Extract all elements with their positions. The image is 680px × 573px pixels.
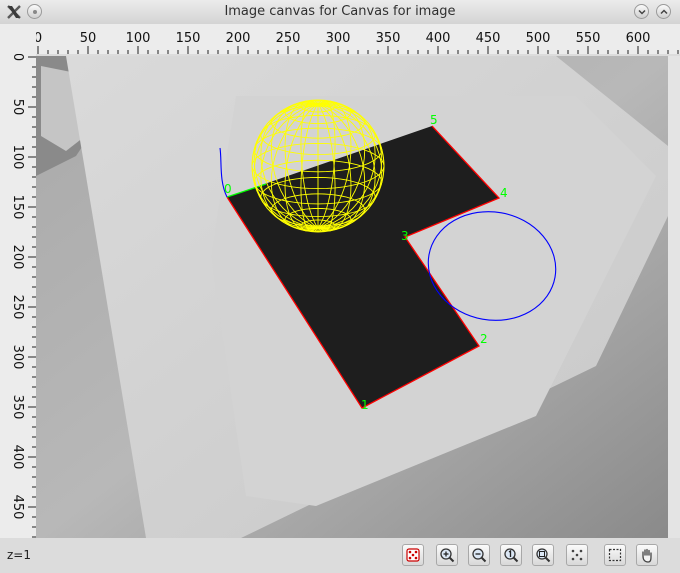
chevron-down-icon xyxy=(638,9,646,15)
chevron-up-icon xyxy=(660,9,668,15)
ruler-left-label: 250 xyxy=(10,295,25,320)
dice-gray-icon xyxy=(571,549,583,561)
ruler-top-label: 550 xyxy=(576,31,601,46)
zoom-fit-icon xyxy=(536,548,551,563)
select-rect-icon xyxy=(608,548,622,562)
ruler-left-label: 100 xyxy=(10,145,25,170)
vertical-ruler-ticks: 0 50 100 150 200 250 300 350 400 450 xyxy=(10,53,36,538)
select-tool[interactable] xyxy=(604,544,626,566)
minimize-button[interactable] xyxy=(634,4,649,19)
dots-tool[interactable] xyxy=(566,544,588,566)
horizontal-ruler-ticks: 0 50 100 150 200 250 300 350 400 450 500 550 600 xyxy=(34,31,679,54)
horizontal-ruler: 0 50 100 150 200 250 300 350 400 450 500 550 600 xyxy=(34,24,680,54)
zoom-fit-tool[interactable] xyxy=(532,544,554,566)
zoom-reset-tool[interactable] xyxy=(500,544,522,566)
canvas-image: 0 1 2 3 4 5 xyxy=(36,56,668,538)
zoom-one-icon xyxy=(504,548,519,563)
pan-tool[interactable] xyxy=(636,544,658,566)
vertical-ruler: 0 50 100 150 200 250 300 350 400 450 xyxy=(0,53,36,538)
ruler-left-label: 50 xyxy=(10,99,25,116)
canvas-margin xyxy=(668,56,680,538)
ruler-left-label: 150 xyxy=(10,195,25,220)
zoom-out-icon xyxy=(472,548,487,563)
image-canvas[interactable]: 0 1 2 3 4 5 xyxy=(36,56,668,538)
status-bar: z=1 xyxy=(0,538,680,573)
dice-red-icon xyxy=(406,548,420,562)
ruler-top-label: 0 xyxy=(36,31,42,46)
zoom-level: z=1 xyxy=(7,548,31,562)
ruler-top-label: 200 xyxy=(226,31,251,46)
title-bar: Image canvas for Canvas for image xyxy=(0,0,680,25)
hand-icon xyxy=(642,548,652,563)
maximize-button[interactable] xyxy=(656,4,671,19)
point-label-3: 3 xyxy=(401,229,409,243)
ruler-left-label: 450 xyxy=(10,495,25,520)
ruler-top-label: 250 xyxy=(276,31,301,46)
zoom-in-tool[interactable] xyxy=(436,544,458,566)
ruler-top-label: 500 xyxy=(526,31,551,46)
point-label-5: 5 xyxy=(430,113,438,127)
ruler-top-label: 100 xyxy=(126,31,151,46)
ruler-top-label: 400 xyxy=(426,31,451,46)
zoom-in-icon xyxy=(440,548,455,563)
ruler-top-label: 300 xyxy=(326,31,351,46)
window-title: Image canvas for Canvas for image xyxy=(224,4,456,19)
ruler-left-label: 0 xyxy=(10,54,25,61)
ruler-top-label: 350 xyxy=(376,31,401,46)
ruler-left-label: 400 xyxy=(10,445,25,470)
ruler-corner xyxy=(0,24,36,54)
ruler-left-label: 200 xyxy=(10,245,25,270)
ruler-top-label: 150 xyxy=(176,31,201,46)
ruler-top-label: 600 xyxy=(626,31,651,46)
ruler-left-label: 350 xyxy=(10,395,25,420)
ruler-top-label: 450 xyxy=(476,31,501,46)
ruler-left-label: 300 xyxy=(10,345,25,370)
zoom-out-tool[interactable] xyxy=(468,544,490,566)
point-label-2: 2 xyxy=(480,332,488,346)
point-label-1: 1 xyxy=(361,398,369,412)
point-label-4: 4 xyxy=(500,186,508,200)
ruler-top-label: 50 xyxy=(80,31,97,46)
point-label-0: 0 xyxy=(224,182,232,196)
random-color-tool[interactable] xyxy=(402,544,424,566)
